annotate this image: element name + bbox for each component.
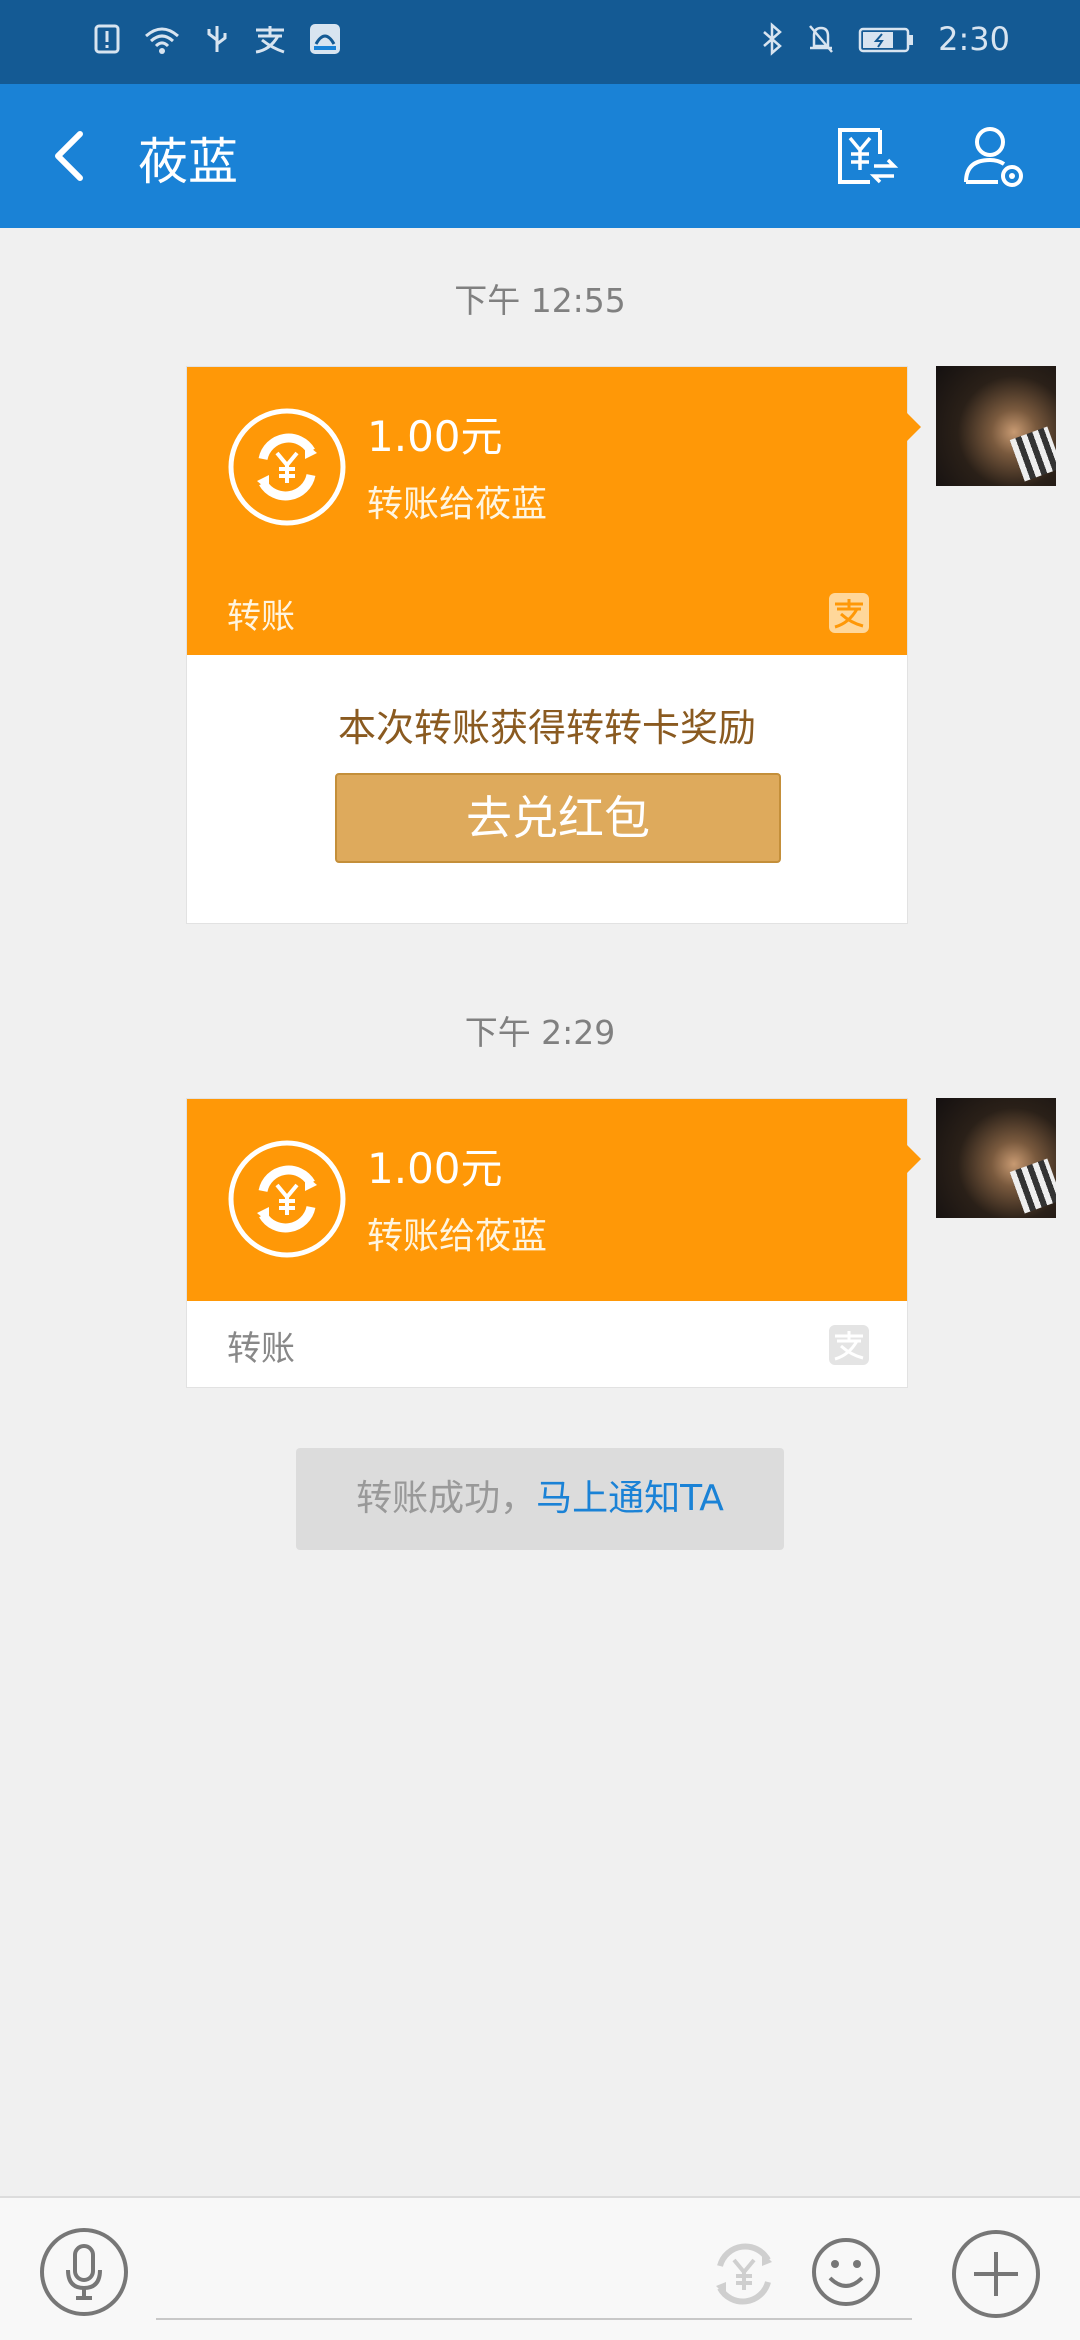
transfer-card-header[interactable]: 1.00元 转账给莜蓝 转账 (187, 367, 921, 655)
transfer-amount: 1.00元 (367, 1144, 503, 1193)
transfer-card[interactable]: 1.00元 转账给莜蓝 转账 (186, 1098, 921, 1388)
transfer-success-notice: 转账成功，马上通知TA (296, 1448, 784, 1550)
avatar-image-detail (1009, 426, 1056, 482)
avatar[interactable] (936, 366, 1056, 486)
battery-icon (858, 27, 914, 53)
avatar-image-detail (1009, 1158, 1056, 1214)
message-timestamp: 下午 2:29 (464, 1013, 616, 1052)
emoji-icon[interactable] (810, 2236, 882, 2308)
back-icon[interactable] (40, 124, 104, 188)
microphone-icon[interactable] (38, 2226, 130, 2318)
alipay-badge-icon (829, 1325, 869, 1365)
transfer-card[interactable]: 1.00元 转账给莜蓝 转账 本次转账获得转转卡奖励 去兑红包 (186, 366, 921, 924)
app-badge-icon (310, 24, 340, 54)
transfer-type-label: 转账 (227, 1329, 295, 1369)
notify-link[interactable]: 马上通知TA (536, 1478, 724, 1519)
transfer-icon[interactable] (830, 120, 902, 192)
transfer-card-header[interactable]: 1.00元 转账给莜蓝 (187, 1099, 921, 1301)
chat-header: 莜蓝 (0, 84, 1080, 228)
bluetooth-icon (763, 22, 783, 56)
transfer-type-label: 转账 (227, 597, 295, 637)
transfer-recipient: 转账给莜蓝 (367, 1216, 548, 1257)
status-right-icons: 2:30 (760, 20, 1010, 58)
alert-icon (94, 24, 120, 54)
usb-icon (207, 26, 227, 52)
bubble-arrow (907, 1145, 921, 1173)
mute-icon (809, 25, 834, 53)
user-settings-icon[interactable] (958, 120, 1030, 192)
wifi-icon (145, 27, 179, 54)
redeem-red-packet-button[interactable]: 去兑红包 (335, 773, 781, 863)
avatar[interactable] (936, 1098, 1056, 1218)
plus-icon[interactable] (950, 2228, 1042, 2320)
alipay-icon (255, 26, 285, 54)
transfer-coin-icon (228, 408, 346, 526)
transfer-recipient: 转账给莜蓝 (367, 484, 548, 525)
notice-text: 转账成功， (356, 1478, 537, 1519)
transfer-coin-icon (228, 1140, 346, 1258)
message-timestamp: 下午 12:55 (454, 281, 626, 320)
reward-text: 本次转账获得转转卡奖励 (337, 706, 756, 750)
chat-title: 莜蓝 (138, 133, 238, 191)
status-bar: 2:30 (0, 0, 1080, 84)
bubble-arrow (907, 413, 921, 441)
transfer-amount: 1.00元 (367, 412, 503, 461)
yuan-transfer-icon[interactable] (706, 2236, 782, 2312)
input-bar (0, 2196, 1080, 2340)
status-left-icons (92, 22, 342, 56)
status-time: 2:30 (938, 20, 1010, 58)
alipay-badge-icon (829, 593, 869, 633)
message-input[interactable] (156, 2318, 912, 2320)
